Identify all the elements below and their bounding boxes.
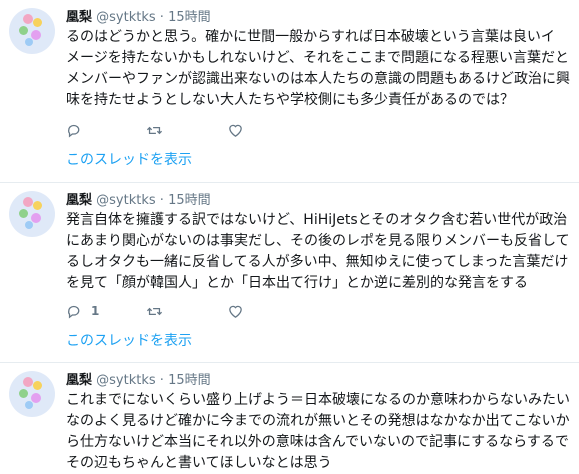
user-handle[interactable]: @sytktks (96, 10, 156, 25)
user-handle[interactable]: @sytktks (96, 193, 156, 208)
timestamp[interactable]: 15時間 (168, 193, 211, 208)
like-icon (229, 124, 242, 137)
separator-dot: · (159, 193, 164, 208)
display-name[interactable]: 凰梨 (66, 193, 92, 208)
display-name[interactable]: 凰梨 (66, 373, 92, 388)
display-name[interactable]: 凰梨 (66, 10, 92, 25)
tweet-header: 凰梨 @sytktks · 15時間 (66, 193, 211, 209)
reply-button[interactable] (66, 121, 91, 139)
separator-dot: · (159, 373, 164, 388)
like-button[interactable] (227, 121, 252, 139)
tweet-3[interactable]: 凰梨 @sytktks · 15時間 これまでにないくらい盛り上げよう＝日本破壊… (0, 363, 579, 471)
tweet-text: るのはどうかと思う。確かに世間一般からすれば日本破壊という言葉は良いイ メージを… (66, 29, 570, 108)
avatar[interactable] (9, 8, 55, 54)
show-thread-link[interactable]: このスレッドを表示 (66, 151, 192, 169)
separator-dot: · (159, 10, 164, 25)
retweet-button[interactable] (146, 121, 171, 139)
like-icon (229, 305, 242, 318)
tweet-1[interactable]: 凰梨 @sytktks · 15時間 るのはどうかと思う。確かに世間一般からすれ… (0, 0, 579, 182)
reply-icon (68, 124, 80, 137)
user-handle[interactable]: @sytktks (96, 373, 156, 388)
avatar[interactable] (9, 371, 55, 417)
timestamp[interactable]: 15時間 (168, 373, 211, 388)
tweet-text: 発言自体を擁護する訳ではないけど、HiHiJetsとそのオタク含む若い世代が政治… (66, 212, 570, 291)
tweet-header: 凰梨 @sytktks · 15時間 (66, 10, 211, 26)
like-button[interactable] (227, 302, 252, 320)
tweet-header: 凰梨 @sytktks · 15時間 (66, 373, 211, 389)
timestamp[interactable]: 15時間 (168, 10, 211, 25)
tweet-text: これまでにないくらい盛り上げよう＝日本破壊になるのか意味わからないみたい なのよ… (66, 392, 570, 471)
retweet-button[interactable] (146, 302, 171, 320)
retweet-icon (146, 307, 163, 315)
reply-button[interactable]: 1 (66, 302, 99, 320)
reply-icon (68, 305, 80, 318)
tweet-actions: 1 (66, 302, 306, 322)
tweet-actions (66, 121, 306, 141)
retweet-icon (146, 126, 163, 134)
tweet-2[interactable]: 凰梨 @sytktks · 15時間 発言自体を擁護する訳ではないけど、HiHi… (0, 183, 579, 362)
show-thread-link[interactable]: このスレッドを表示 (66, 332, 192, 350)
reply-count: 1 (91, 304, 100, 318)
avatar[interactable] (9, 191, 55, 237)
